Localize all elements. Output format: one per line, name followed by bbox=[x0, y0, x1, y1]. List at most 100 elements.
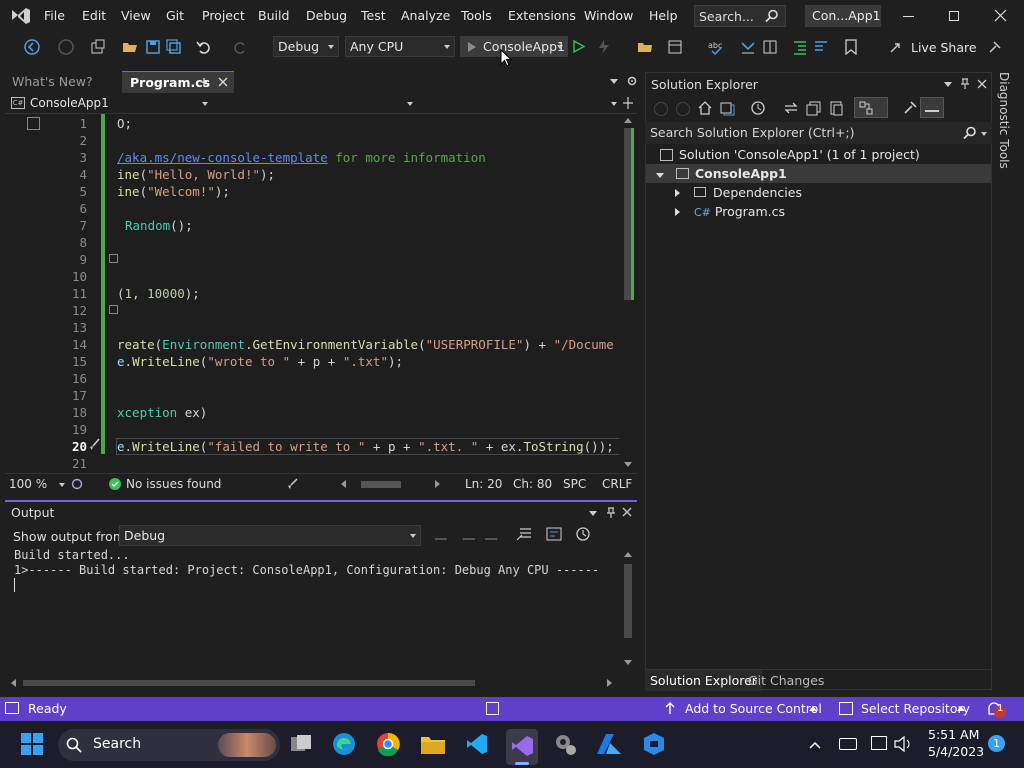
scroll-right-icon[interactable] bbox=[607, 679, 612, 687]
edge-icon[interactable] bbox=[332, 732, 356, 756]
brush-icon[interactable] bbox=[87, 438, 101, 452]
indent-icon[interactable] bbox=[792, 39, 808, 55]
select-repository-button[interactable]: Select Repository bbox=[861, 701, 970, 716]
tree-item-project[interactable]: ConsoleApp1 bbox=[656, 166, 787, 181]
pane-pin-icon[interactable] bbox=[606, 507, 616, 519]
split-icon[interactable] bbox=[762, 39, 778, 55]
nav-dropdown[interactable] bbox=[421, 94, 621, 113]
tab-settings-icon[interactable] bbox=[626, 75, 638, 87]
find-message-icon[interactable] bbox=[435, 529, 447, 540]
clock-time[interactable]: 5:51 AM bbox=[928, 727, 979, 742]
line-ending-indicator[interactable]: CRLF bbox=[602, 477, 632, 491]
tree-item-dependencies[interactable]: Dependencies bbox=[675, 185, 802, 200]
menu-analyze[interactable]: Analyze bbox=[401, 8, 450, 23]
copilot-icon[interactable] bbox=[71, 478, 83, 490]
se-forward-icon[interactable] bbox=[676, 102, 690, 116]
close-icon[interactable] bbox=[994, 9, 1007, 22]
tab-close-icon[interactable] bbox=[218, 77, 228, 87]
code-cleanup-icon[interactable] bbox=[287, 478, 301, 490]
code-editor[interactable]: 1 2 3 4 5 6 7 8 9 10 11 12 13 14 15 16 1… bbox=[5, 114, 637, 472]
open-folder-icon[interactable] bbox=[122, 39, 138, 55]
menu-project[interactable]: Project bbox=[202, 8, 245, 23]
menu-help[interactable]: Help bbox=[649, 8, 678, 23]
file-explorer-icon[interactable] bbox=[420, 733, 446, 755]
devops-icon[interactable] bbox=[642, 732, 666, 756]
collapse-icon[interactable] bbox=[109, 254, 118, 263]
chrome-icon[interactable] bbox=[376, 732, 400, 756]
feedback-icon[interactable] bbox=[987, 39, 1003, 55]
new-project-icon[interactable] bbox=[90, 39, 106, 55]
task-view-icon[interactable] bbox=[290, 734, 312, 754]
hot-reload-icon[interactable] bbox=[596, 39, 612, 55]
switch-views-icon[interactable] bbox=[719, 100, 735, 116]
menu-build[interactable]: Build bbox=[258, 8, 289, 23]
back-icon[interactable] bbox=[24, 39, 40, 55]
scroll-down-icon[interactable] bbox=[624, 462, 632, 467]
search-box[interactable]: Search... bbox=[694, 5, 786, 27]
zoom-caret-icon[interactable] bbox=[59, 483, 65, 487]
home-icon[interactable] bbox=[697, 100, 713, 116]
notification-badge[interactable]: 1 bbox=[988, 735, 1005, 752]
menu-debug[interactable]: Debug bbox=[306, 8, 347, 23]
pane-menu-icon[interactable] bbox=[589, 511, 597, 516]
scroll-left-icon[interactable] bbox=[11, 679, 16, 687]
keyboard-icon[interactable] bbox=[839, 738, 857, 750]
save-all-icon[interactable] bbox=[166, 39, 182, 55]
properties-icon[interactable] bbox=[902, 100, 918, 116]
platform-select[interactable]: Any CPU bbox=[345, 36, 455, 57]
line-indicator[interactable]: Ln: 20 bbox=[465, 477, 502, 491]
issues-status[interactable]: No issues found bbox=[126, 477, 221, 491]
tab-whats-new[interactable]: What's New? bbox=[4, 71, 122, 93]
tab-git-changes[interactable]: Git Changes bbox=[748, 673, 824, 688]
restore-icon[interactable] bbox=[949, 11, 959, 21]
show-hidden-icons-icon[interactable] bbox=[809, 741, 821, 749]
start-debug-button[interactable]: ConsoleApp1 bbox=[460, 36, 568, 57]
search-options-icon[interactable] bbox=[981, 132, 987, 136]
clear-all-icon[interactable] bbox=[516, 527, 532, 541]
pin-icon[interactable] bbox=[199, 77, 209, 87]
diagnostic-tools-tab[interactable]: Diagnostic Tools bbox=[994, 72, 1024, 272]
chevron-up-icon[interactable] bbox=[957, 706, 965, 711]
timestamp-icon[interactable] bbox=[576, 527, 590, 541]
h-scroll-left-icon[interactable] bbox=[341, 480, 346, 488]
menu-test[interactable]: Test bbox=[361, 8, 386, 23]
pane-close-icon[interactable] bbox=[622, 507, 632, 517]
scroll-thumb[interactable] bbox=[23, 680, 475, 686]
project-combo[interactable]: C# ConsoleApp1 bbox=[7, 94, 212, 113]
menu-git[interactable]: Git bbox=[166, 8, 184, 23]
menu-window[interactable]: Window bbox=[584, 8, 633, 23]
zoom-level[interactable]: 100 % bbox=[9, 477, 47, 491]
tab-solution-explorer[interactable]: Solution Explorer bbox=[645, 670, 762, 691]
forward-icon[interactable] bbox=[58, 39, 74, 55]
add-to-source-control-button[interactable]: Add to Source Control bbox=[685, 701, 822, 716]
scroll-up-icon[interactable] bbox=[624, 118, 632, 123]
solution-name-badge[interactable]: Con...App1 bbox=[805, 5, 881, 27]
h-scroll-thumb[interactable] bbox=[361, 481, 401, 488]
collapse-icon[interactable] bbox=[109, 305, 118, 314]
vs-logo-icon[interactable] bbox=[10, 6, 32, 26]
configuration-select[interactable]: Debug bbox=[273, 36, 339, 57]
output-vertical-scrollbar[interactable] bbox=[619, 548, 637, 672]
notifications-icon[interactable]: 1 bbox=[986, 701, 1008, 719]
redo-icon[interactable] bbox=[232, 39, 248, 55]
output-text[interactable]: Build started... 1>------ Build started: … bbox=[14, 548, 599, 592]
menu-file[interactable]: File bbox=[44, 8, 65, 23]
bookmark-icon[interactable] bbox=[845, 39, 857, 55]
volume-icon[interactable] bbox=[894, 736, 912, 752]
preview-button[interactable] bbox=[920, 97, 944, 118]
pending-changes-icon[interactable] bbox=[750, 100, 766, 116]
save-icon[interactable] bbox=[145, 39, 161, 55]
scroll-down-icon[interactable] bbox=[624, 660, 632, 665]
next-message-icon[interactable] bbox=[485, 529, 497, 540]
taskbar-search[interactable]: Search bbox=[58, 729, 280, 761]
tab-overflow-icon[interactable] bbox=[610, 79, 618, 84]
browse-folder-icon[interactable] bbox=[637, 39, 653, 55]
output-horizontal-scrollbar[interactable] bbox=[9, 678, 613, 688]
expand-right-icon[interactable] bbox=[675, 208, 680, 216]
layout-icon[interactable] bbox=[667, 39, 683, 55]
live-share-icon[interactable] bbox=[889, 39, 905, 55]
settings-gear-icon[interactable] bbox=[553, 732, 577, 756]
word-wrap-icon[interactable] bbox=[546, 527, 562, 541]
sync-icon[interactable] bbox=[783, 100, 799, 116]
prev-message-icon[interactable] bbox=[463, 529, 475, 540]
